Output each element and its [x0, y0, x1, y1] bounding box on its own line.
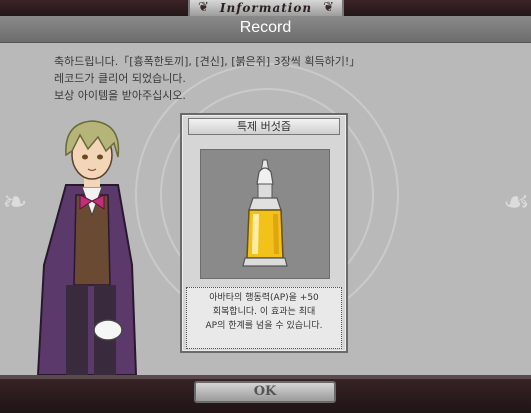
item-image-frame: [200, 149, 330, 279]
information-title: Information: [219, 1, 313, 15]
ok-button[interactable]: OK: [194, 381, 336, 403]
left-ornament-icon: ❧: [2, 185, 28, 220]
message-line: 레코드가 클리어 되었습니다.: [54, 72, 186, 85]
message-line: 보상 아이템을 받아주십시오.: [54, 89, 186, 102]
description-line: AP의 한계를 넘을 수 있습니다.: [205, 321, 323, 331]
description-line: 회복합니다. 이 효과는 최대: [212, 307, 316, 317]
window-frame-top: ❦ Information ❦: [0, 0, 531, 16]
dialog-panel: ❧ ☙ 축하드립니다.「[흉폭한토끼], [견신], [붉은쥐] 3장씩 획득하…: [0, 43, 531, 375]
message-line: 축하드립니다.「[흉폭한토끼], [견신], [붉은쥐] 3장씩 획득하기!」: [54, 55, 361, 68]
information-tab: ❦ Information ❦: [188, 0, 344, 16]
description-line: 아바타의 행동력(AP)을 +50: [209, 293, 319, 303]
swirl-ornament-icon: ❦: [198, 0, 209, 15]
dialog-footer: OK: [0, 375, 531, 413]
footer-divider: [0, 375, 531, 379]
item-name: 특제 버섯즙: [188, 118, 340, 135]
swirl-ornament-icon: ❦: [323, 0, 334, 15]
potion-bottle-icon: [242, 159, 288, 267]
clear-message: 축하드립니다.「[흉폭한토끼], [견신], [붉은쥐] 3장씩 획득하기!」 …: [54, 53, 524, 104]
right-ornament-icon: ☙: [503, 185, 530, 220]
character-portrait: [36, 120, 138, 375]
dialog-header: Record: [0, 16, 531, 43]
item-description: 아바타의 행동력(AP)을 +50 회복합니다. 이 효과는 최대 AP의 한계…: [186, 287, 342, 349]
dialog-title: Record: [239, 19, 292, 36]
reward-item-card: 특제 버섯즙 아바타의 행동력(AP)을 +50 회복합니다. 이 효과는 최대: [180, 113, 348, 353]
